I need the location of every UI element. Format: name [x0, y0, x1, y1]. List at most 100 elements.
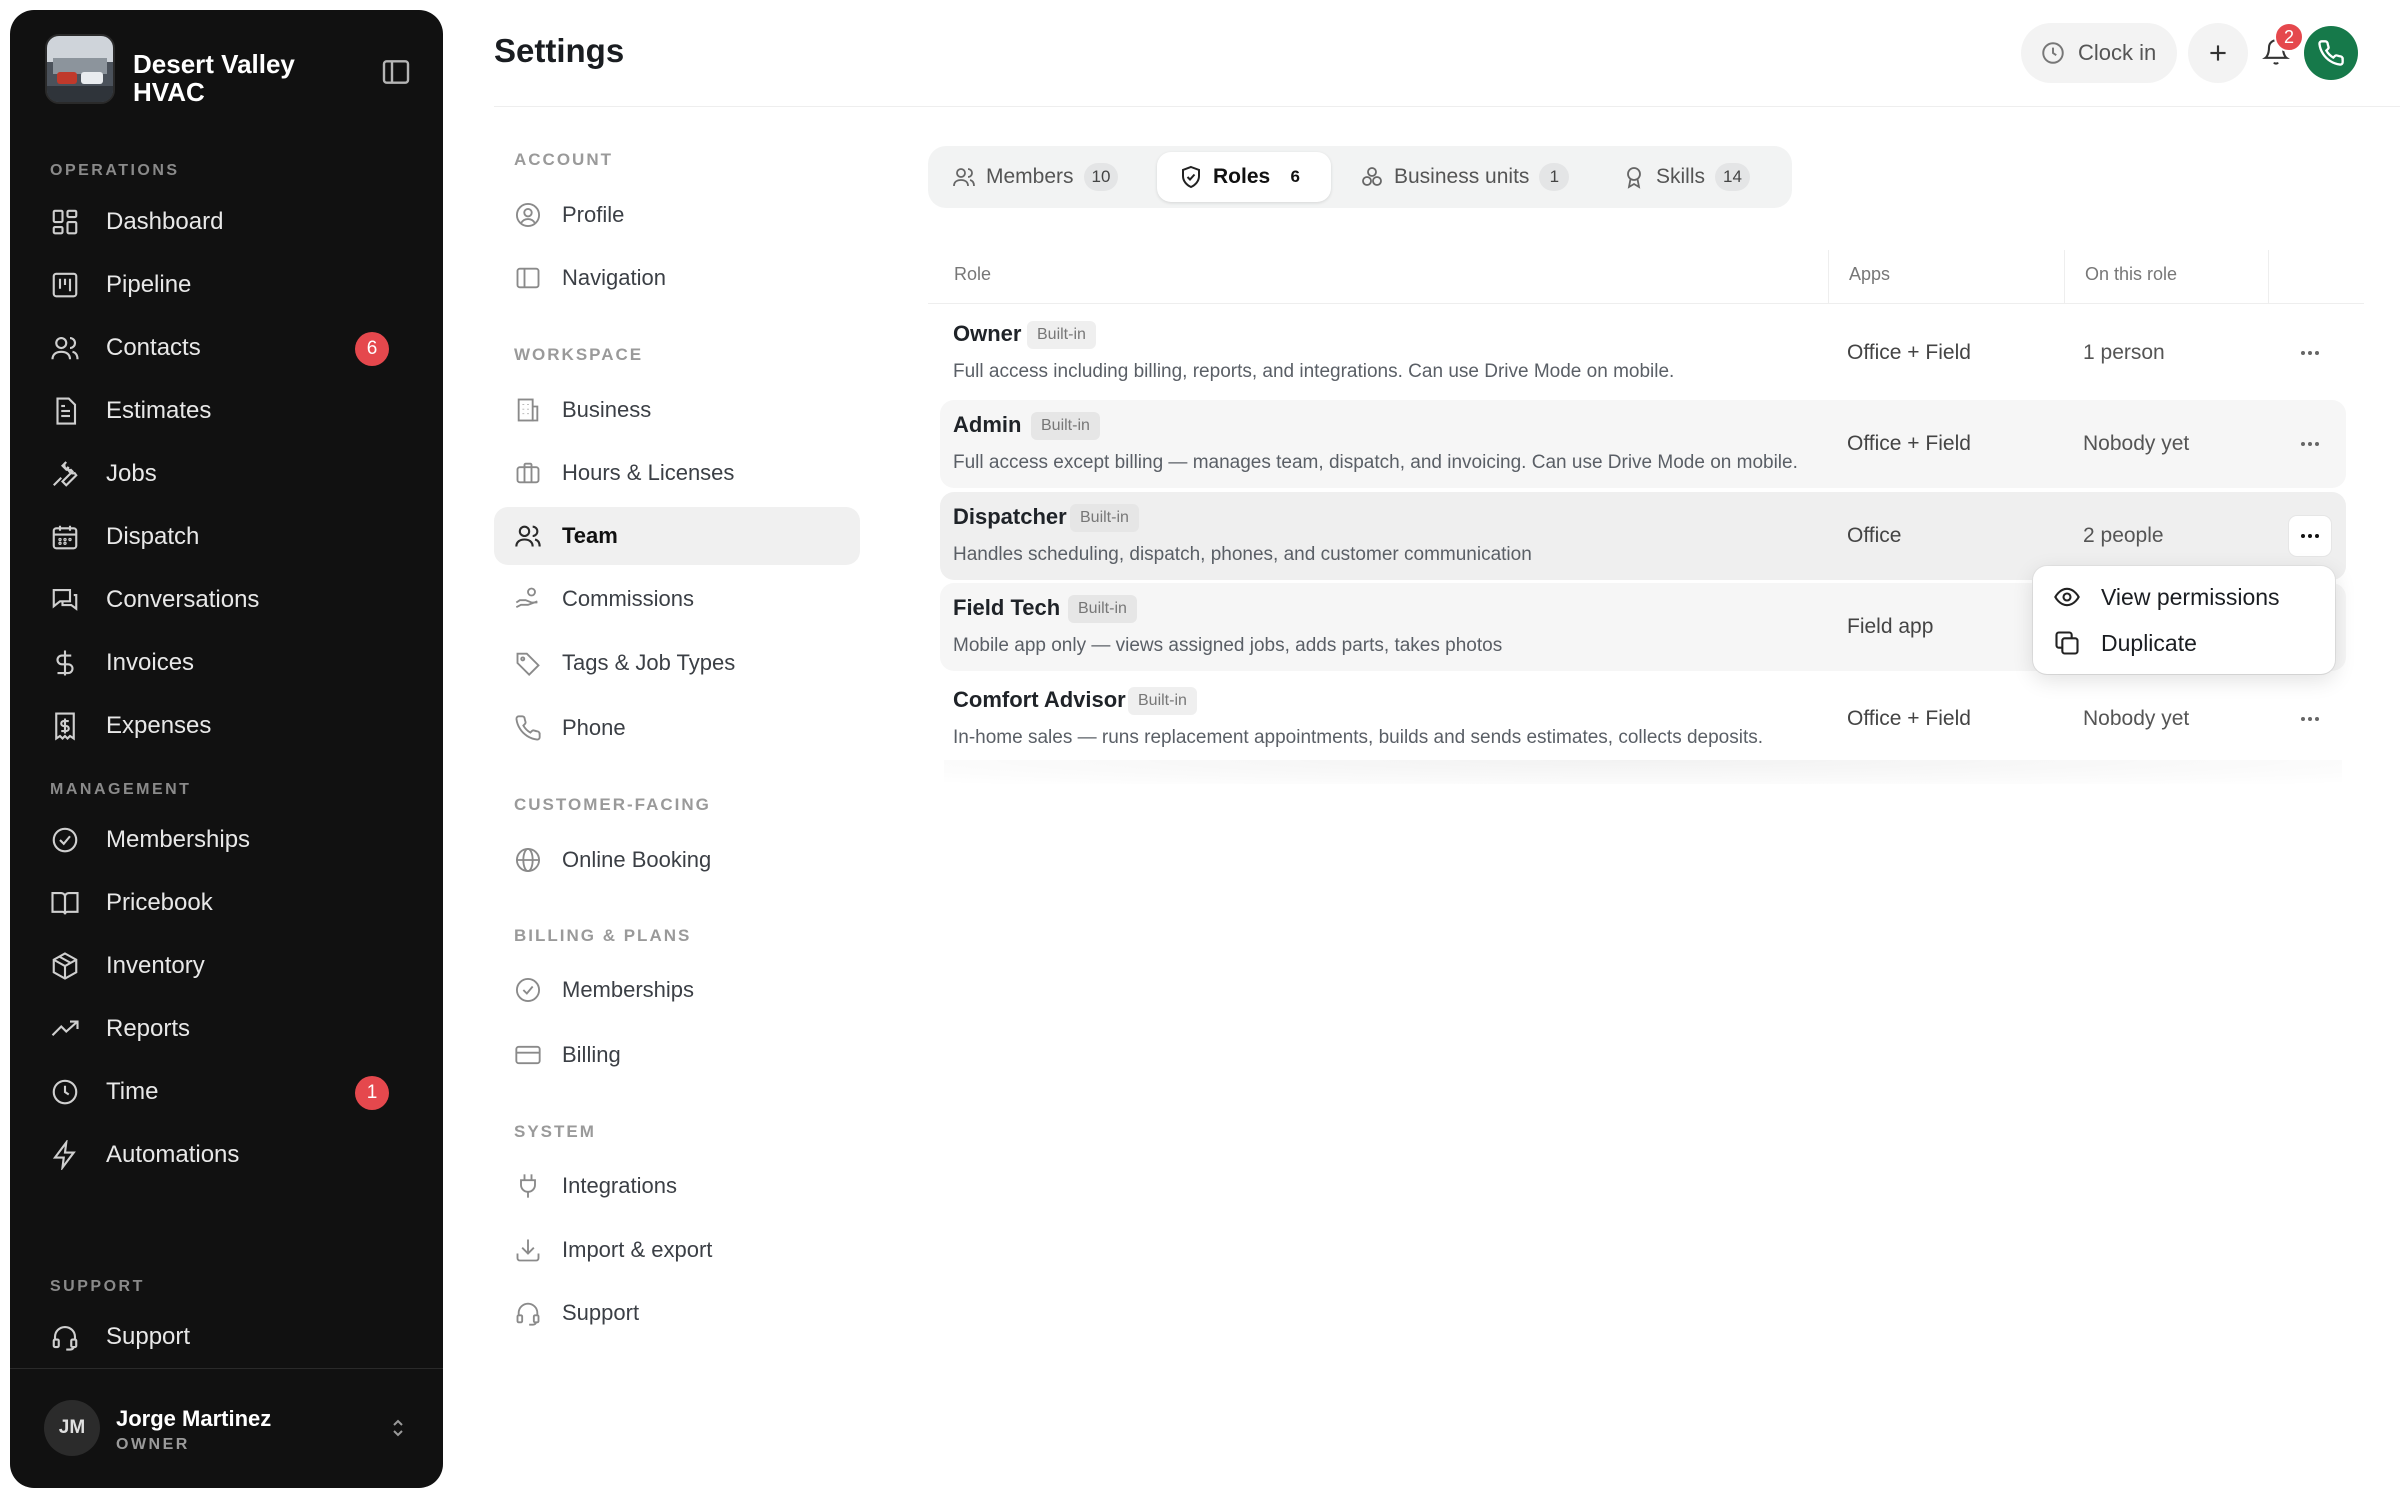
settings-item-commissions[interactable]: Commissions [494, 570, 860, 628]
row-more-button[interactable] [2289, 333, 2331, 373]
role-name: Admin [953, 412, 1022, 437]
settings-item-label: Memberships [562, 977, 695, 1002]
tab-label: Skills [1656, 165, 1706, 188]
role-description: Mobile app only — views assigned jobs, a… [953, 635, 1503, 656]
sidebar-item-jobs[interactable]: Jobs [34, 446, 419, 502]
role-member-count: 1 person [2083, 341, 2165, 364]
settings-item-phone[interactable]: Phone [494, 699, 860, 757]
brand[interactable]: Desert Valley HVAC [34, 34, 419, 107]
brand-name: Desert Valley HVAC [133, 49, 295, 107]
settings-item-label: Business [562, 397, 652, 422]
sidebar-item-label: Pricebook [106, 889, 213, 916]
settings-item-tags-job-types[interactable]: Tags & Job Types [494, 634, 860, 692]
sidebar-item-label: Pipeline [106, 271, 192, 298]
sidebar-item-pipeline[interactable]: Pipeline [34, 257, 419, 313]
row-more-button[interactable] [2289, 699, 2331, 739]
settings-item-label: Tags & Job Types [562, 650, 736, 675]
users-icon [514, 522, 542, 550]
sidebar-item-pricebook[interactable]: Pricebook [34, 875, 419, 931]
sidebar-item-estimates[interactable]: Estimates [34, 383, 419, 439]
sidebar-item-inventory[interactable]: Inventory [34, 938, 419, 994]
create-button[interactable] [2188, 23, 2248, 83]
table-row[interactable]: Comfort Advisor Built-in In-home sales —… [940, 675, 2346, 763]
tab-members[interactable]: Members 10 [928, 152, 1119, 202]
calendar-icon [50, 522, 80, 552]
sidebar-item-expenses[interactable]: Expenses [34, 698, 419, 754]
sidebar-item-dispatch[interactable]: Dispatch [34, 509, 419, 565]
settings-item-label: Phone [562, 715, 626, 740]
sidebar-item-memberships[interactable]: Memberships [34, 812, 419, 868]
more-horizontal-icon [2301, 534, 2319, 538]
tab-skills[interactable]: Skills 14 [1598, 152, 1750, 202]
units-icon [1360, 165, 1384, 189]
settings-item-label: Import & export [562, 1237, 713, 1262]
chevron-up-down-icon [386, 1416, 410, 1440]
menu-item-duplicate[interactable]: Duplicate [2047, 621, 2321, 665]
column-divider [2268, 250, 2269, 304]
settings-item-business[interactable]: Business [494, 381, 860, 439]
settings-section-workspace: WORKSPACE [514, 345, 644, 364]
settings-item-hours-licenses[interactable]: Hours & Licenses [494, 444, 860, 502]
menu-item-label: Duplicate [2101, 629, 2197, 656]
section-label-management: MANAGEMENT [50, 781, 192, 798]
sidebar-collapse-button[interactable] [380, 56, 412, 88]
roles-table-header: Role Apps On this role [928, 250, 2364, 304]
column-header-apps: Apps [1849, 264, 1891, 284]
settings-item-label: Team [562, 523, 618, 548]
row-more-button[interactable] [2289, 516, 2331, 556]
sidebar-item-invoices[interactable]: Invoices [34, 635, 419, 691]
settings-item-label: Online Booking [562, 847, 712, 872]
role-description: Handles scheduling, dispatch, phones, an… [953, 544, 1532, 565]
sidebar-item-label: Estimates [106, 397, 212, 424]
settings-item-import-export[interactable]: Import & export [494, 1221, 860, 1279]
role-apps: Office + Field [1847, 432, 1971, 455]
menu-item-view-permissions[interactable]: View permissions [2047, 575, 2321, 619]
tab-roles[interactable]: Roles 6 [1157, 152, 1331, 202]
users-icon [50, 333, 80, 363]
wrench-icon [50, 459, 80, 489]
sidebar-item-support[interactable]: Support [34, 1309, 419, 1365]
settings-item-memberships[interactable]: Memberships [494, 961, 860, 1019]
sidebar-item-conversations[interactable]: Conversations [34, 572, 419, 628]
header-divider [494, 106, 2400, 107]
dashboard-icon [50, 207, 80, 237]
settings-item-navigation[interactable]: Navigation [494, 249, 860, 307]
sidebar-item-contacts[interactable]: Contacts 6 [34, 320, 419, 376]
dollar-icon [50, 648, 80, 678]
sidebar-layout-icon [514, 264, 542, 292]
role-apps: Office + Field [1847, 707, 1971, 730]
user-menu[interactable]: JM Jorge Martinez OWNER [34, 1388, 419, 1468]
table-row[interactable]: Owner Built-in Full access including bil… [940, 309, 2346, 397]
settings-item-billing[interactable]: Billing [494, 1026, 860, 1084]
sidebar-item-label: Time [106, 1078, 159, 1105]
settings-item-integrations[interactable]: Integrations [494, 1157, 860, 1215]
settings-item-label: Integrations [562, 1173, 677, 1198]
section-label-support: SUPPORT [50, 1278, 145, 1295]
sidebar-item-time[interactable]: Time 1 [34, 1064, 419, 1120]
sidebar-item-reports[interactable]: Reports [34, 1001, 419, 1057]
settings-item-label: Hours & Licenses [562, 460, 735, 485]
avatar: JM [44, 1400, 100, 1456]
settings-item-support[interactable]: Support [494, 1284, 860, 1342]
sidebar-item-dashboard[interactable]: Dashboard [34, 194, 419, 250]
tab-label: Members [986, 165, 1074, 188]
row-actions-menu: View permissions Duplicate [2033, 566, 2335, 674]
bolt-icon [50, 1140, 80, 1170]
settings-item-team[interactable]: Team [494, 507, 860, 565]
pipeline-icon [50, 270, 80, 300]
credit-card-icon [514, 1041, 542, 1069]
shield-check-icon [1179, 165, 1203, 189]
tab-label: Business units [1394, 165, 1530, 188]
settings-item-online-booking[interactable]: Online Booking [494, 831, 860, 889]
sidebar-item-label: Memberships [106, 826, 251, 853]
sidebar-item-automations[interactable]: Automations [34, 1127, 419, 1183]
table-row[interactable]: Admin Built-in Full access except billin… [940, 400, 2346, 488]
phone-button[interactable] [2304, 26, 2358, 80]
receipt-icon [50, 711, 80, 741]
user-role: OWNER [116, 1436, 190, 1453]
settings-item-profile[interactable]: Profile [494, 186, 860, 244]
tab-business-units[interactable]: Business units 1 [1336, 152, 1570, 202]
clock-in-label: Clock in [2078, 40, 2157, 65]
clock-in-button[interactable]: Clock in [2021, 23, 2177, 83]
row-more-button[interactable] [2289, 424, 2331, 464]
